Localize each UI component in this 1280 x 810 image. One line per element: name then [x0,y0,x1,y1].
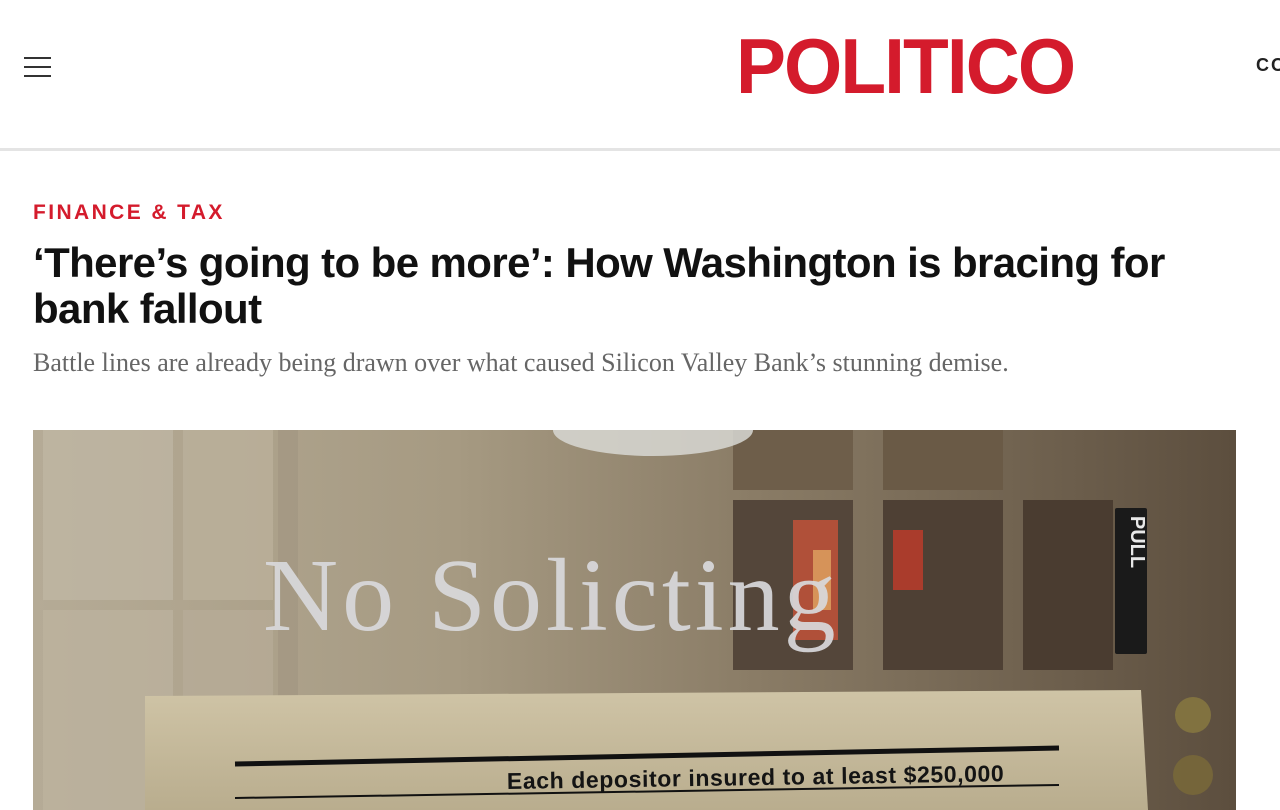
article-dek: Battle lines are already being drawn ove… [33,348,1009,377]
article-headline: ‘There’s going to be more’: How Washingt… [33,239,1165,332]
header-nav-link[interactable]: CO [1256,55,1280,76]
section-kicker[interactable]: FINANCE & TAX [33,201,225,225]
hamburger-menu-icon[interactable] [24,55,52,79]
no-soliciting-decal: No Solicting [263,538,840,653]
hero-image: PULL No Solicting Each depositor insured… [33,430,1236,810]
pull-label: PULL [1126,516,1148,568]
site-header: POLITICO CO [0,0,1280,151]
politico-logo[interactable]: POLITICO [736,24,1076,108]
